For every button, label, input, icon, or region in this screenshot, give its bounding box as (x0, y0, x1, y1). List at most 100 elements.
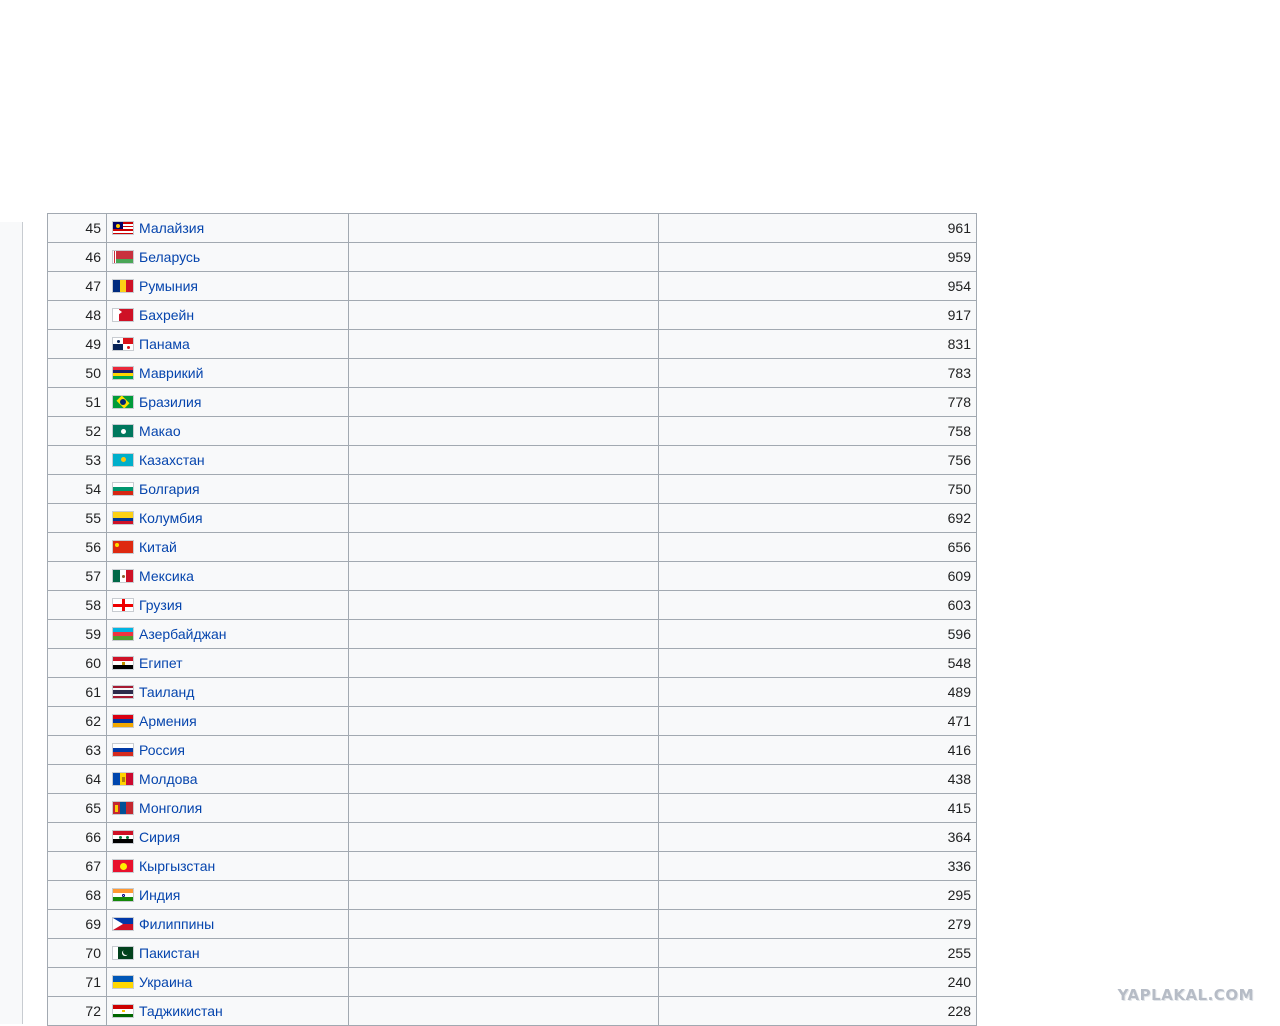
country-link[interactable]: Таджикистан (139, 1003, 223, 1019)
table-row: 67 Кыргызстан 336 (47, 851, 977, 881)
country-link[interactable]: Болгария (139, 481, 200, 497)
empty-cell (348, 996, 659, 1026)
value-cell: 240 (658, 967, 977, 997)
table-row: 48 Бахрейн 917 (47, 300, 977, 330)
empty-cell (348, 735, 659, 765)
country-link[interactable]: Казахстан (139, 452, 205, 468)
value-cell: 603 (658, 590, 977, 620)
country-link[interactable]: Бахрейн (139, 307, 194, 323)
empty-cell (348, 764, 659, 794)
table-row: 53 Казахстан 756 (47, 445, 977, 475)
egypt-flag-icon (112, 656, 134, 671)
country-cell: Болгария (106, 474, 349, 504)
table-row: 72 Таджикистан 228 (47, 996, 977, 1026)
philippines-flag-icon (112, 917, 134, 932)
rank-cell: 54 (47, 474, 107, 504)
country-cell: Кыргызстан (106, 851, 349, 881)
table-row: 60 Египет 548 (47, 648, 977, 678)
country-link[interactable]: Индия (139, 887, 180, 903)
rank-cell: 51 (47, 387, 107, 417)
georgia-flag-icon (112, 598, 134, 613)
country-link[interactable]: Филиппины (139, 916, 214, 932)
empty-cell (348, 271, 659, 301)
country-link[interactable]: Азербайджан (139, 626, 227, 642)
country-link[interactable]: Египет (139, 655, 183, 671)
table-row: 50 Маврикий 783 (47, 358, 977, 388)
table-row: 63 Россия 416 (47, 735, 977, 765)
country-cell: Сирия (106, 822, 349, 852)
rank-cell: 68 (47, 880, 107, 910)
table-row: 52 Макао 758 (47, 416, 977, 446)
rank-cell: 45 (47, 213, 107, 243)
value-cell: 758 (658, 416, 977, 446)
country-cell: Египет (106, 648, 349, 678)
country-link[interactable]: Мексика (139, 568, 194, 584)
rank-cell: 71 (47, 967, 107, 997)
watermark-logo: YAPLAKAL.COM (1117, 986, 1254, 1004)
thailand-flag-icon (112, 685, 134, 700)
value-cell: 959 (658, 242, 977, 272)
country-link[interactable]: Беларусь (139, 249, 200, 265)
table-row: 49 Панама 831 (47, 329, 977, 359)
brazil-flag-icon (112, 395, 134, 410)
table-row: 65 Монголия 415 (47, 793, 977, 823)
russia-flag-icon (112, 743, 134, 758)
country-link[interactable]: Колумбия (139, 510, 203, 526)
value-cell: 954 (658, 271, 977, 301)
country-link[interactable]: Китай (139, 539, 177, 555)
value-cell: 471 (658, 706, 977, 736)
table-row: 64 Молдова 438 (47, 764, 977, 794)
country-link[interactable]: Украина (139, 974, 192, 990)
table-row: 71 Украина 240 (47, 967, 977, 997)
value-cell: 756 (658, 445, 977, 475)
country-link[interactable]: Румыния (139, 278, 198, 294)
country-link[interactable]: Малайзия (139, 220, 204, 236)
empty-cell (348, 474, 659, 504)
table-row: 68 Индия 295 (47, 880, 977, 910)
country-link[interactable]: Молдова (139, 771, 198, 787)
country-link[interactable]: Пакистан (139, 945, 200, 961)
country-link[interactable]: Макао (139, 423, 181, 439)
empty-cell (348, 677, 659, 707)
rank-cell: 55 (47, 503, 107, 533)
value-cell: 961 (658, 213, 977, 243)
country-link[interactable]: Бразилия (139, 394, 201, 410)
country-link[interactable]: Монголия (139, 800, 202, 816)
empty-cell (348, 619, 659, 649)
country-cell: Бразилия (106, 387, 349, 417)
table-row: 45 Малайзия 961 (47, 213, 977, 243)
table-row: 51 Бразилия 778 (47, 387, 977, 417)
empty-cell (348, 590, 659, 620)
rank-cell: 64 (47, 764, 107, 794)
empty-cell (348, 822, 659, 852)
pakistan-flag-icon (112, 946, 134, 961)
empty-cell (348, 300, 659, 330)
empty-cell (348, 358, 659, 388)
country-link[interactable]: Грузия (139, 597, 182, 613)
country-cell: Малайзия (106, 213, 349, 243)
country-link[interactable]: Маврикий (139, 365, 203, 381)
empty-cell (348, 416, 659, 446)
country-link[interactable]: Армения (139, 713, 197, 729)
value-cell: 364 (658, 822, 977, 852)
country-link[interactable]: Россия (139, 742, 185, 758)
value-cell: 596 (658, 619, 977, 649)
country-link[interactable]: Таиланд (139, 684, 194, 700)
rank-cell: 67 (47, 851, 107, 881)
country-cell: Монголия (106, 793, 349, 823)
country-cell: Беларусь (106, 242, 349, 272)
table-row: 59 Азербайджан 596 (47, 619, 977, 649)
country-link[interactable]: Панама (139, 336, 190, 352)
value-cell: 295 (658, 880, 977, 910)
country-link[interactable]: Кыргызстан (139, 858, 215, 874)
rank-cell: 46 (47, 242, 107, 272)
table-row: 62 Армения 471 (47, 706, 977, 736)
bahrain-flag-icon (112, 308, 134, 323)
table-row: 57 Мексика 609 (47, 561, 977, 591)
ukraine-flag-icon (112, 975, 134, 990)
moldova-flag-icon (112, 772, 134, 787)
country-cell: Украина (106, 967, 349, 997)
china-flag-icon (112, 540, 134, 555)
country-link[interactable]: Сирия (139, 829, 180, 845)
country-cell: Пакистан (106, 938, 349, 968)
